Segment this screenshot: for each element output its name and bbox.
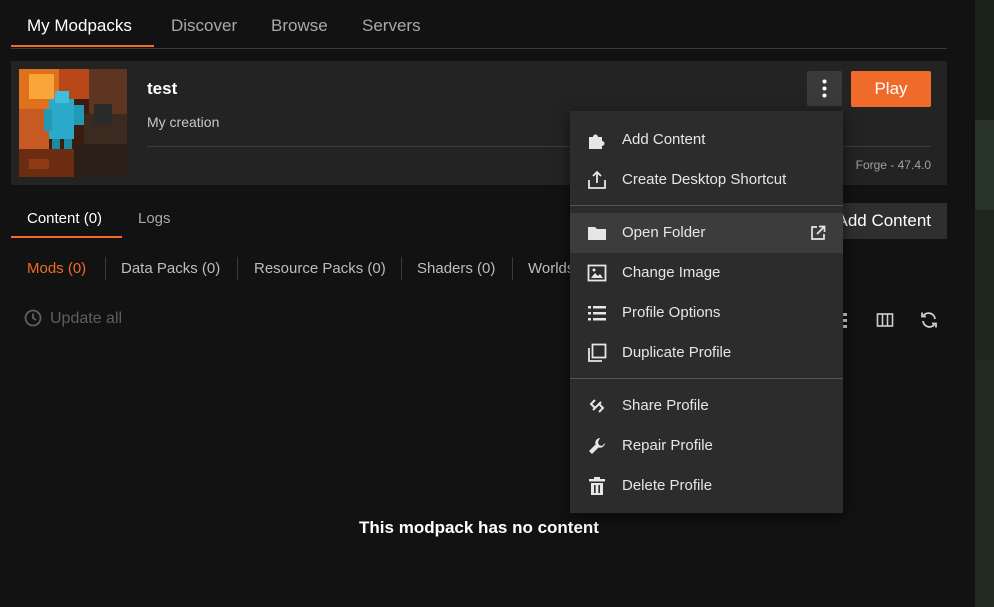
menu-item-add-content[interactable]: Add Content bbox=[570, 120, 843, 160]
menu-item-share-profile[interactable]: Share Profile bbox=[570, 386, 843, 426]
folder-icon bbox=[588, 227, 606, 240]
menu-item-label: Add Content bbox=[622, 131, 706, 148]
update-all-label: Update all bbox=[50, 310, 123, 327]
tab-discover[interactable]: Discover bbox=[171, 16, 237, 36]
empty-state-message: This modpack has no content bbox=[359, 518, 599, 537]
menu-item-label: Change Image bbox=[622, 264, 721, 281]
profile-thumbnail[interactable] bbox=[19, 69, 127, 177]
tab-servers[interactable]: Servers bbox=[362, 16, 421, 36]
tab-my-modpacks[interactable]: My Modpacks bbox=[27, 16, 132, 36]
category-shaders[interactable]: Shaders (0) bbox=[417, 260, 495, 277]
tab-content[interactable]: Content (0) bbox=[27, 210, 102, 227]
refresh-icon[interactable] bbox=[919, 310, 939, 330]
category-separator bbox=[105, 257, 106, 280]
menu-item-label: Open Folder bbox=[622, 224, 706, 241]
menu-item-label: Share Profile bbox=[622, 397, 709, 414]
content-tab-indicator bbox=[11, 236, 122, 238]
category-data-packs[interactable]: Data Packs (0) bbox=[121, 260, 220, 277]
top-tab-bar: My Modpacks Discover Browse Servers bbox=[11, 0, 947, 49]
puzzle-icon bbox=[589, 134, 605, 149]
profile-name: test bbox=[147, 79, 178, 98]
menu-item-label: Repair Profile bbox=[622, 437, 713, 454]
menu-item-delete-profile[interactable]: Delete Profile bbox=[570, 466, 843, 506]
profile-context-menu: Add Content Create Desktop Shortcut Open… bbox=[570, 111, 843, 513]
category-mods[interactable]: Mods (0) bbox=[27, 260, 86, 277]
menu-item-create-shortcut[interactable]: Create Desktop Shortcut bbox=[570, 160, 843, 200]
category-separator bbox=[237, 257, 238, 280]
menu-item-label: Delete Profile bbox=[622, 477, 713, 494]
duplicate-icon bbox=[588, 343, 607, 362]
menu-separator bbox=[570, 205, 843, 206]
menu-item-profile-options[interactable]: Profile Options bbox=[570, 293, 843, 333]
image-icon bbox=[587, 264, 607, 282]
menu-item-open-folder[interactable]: Open Folder bbox=[570, 213, 843, 253]
loader-version: Forge - 47.4.0 bbox=[855, 158, 931, 172]
columns-icon[interactable] bbox=[875, 310, 895, 330]
active-tab-indicator bbox=[11, 45, 154, 47]
category-separator bbox=[512, 257, 513, 280]
wrench-icon bbox=[589, 438, 605, 454]
profile-description: My creation bbox=[147, 114, 220, 130]
category-worlds[interactable]: Worlds bbox=[528, 260, 574, 277]
list-icon bbox=[588, 306, 606, 321]
tab-logs[interactable]: Logs bbox=[138, 210, 171, 227]
upload-icon bbox=[588, 170, 606, 189]
menu-item-label: Create Desktop Shortcut bbox=[622, 171, 787, 188]
play-button[interactable]: Play bbox=[851, 71, 931, 107]
profile-menu-button[interactable] bbox=[807, 71, 842, 106]
update-all-button[interactable]: Update all bbox=[24, 309, 122, 328]
update-clock-icon bbox=[24, 309, 42, 327]
menu-item-change-image[interactable]: Change Image bbox=[570, 253, 843, 293]
menu-item-duplicate-profile[interactable]: Duplicate Profile bbox=[570, 333, 843, 373]
vertical-dots-icon bbox=[822, 79, 827, 98]
menu-item-label: Duplicate Profile bbox=[622, 344, 732, 361]
menu-separator bbox=[570, 378, 843, 379]
category-separator bbox=[401, 257, 402, 280]
external-link-icon bbox=[811, 225, 826, 240]
trash-icon bbox=[589, 477, 605, 495]
menu-item-repair-profile[interactable]: Repair Profile bbox=[570, 426, 843, 466]
background-edge bbox=[975, 0, 994, 607]
tab-browse[interactable]: Browse bbox=[271, 16, 328, 36]
category-resource-packs[interactable]: Resource Packs (0) bbox=[254, 260, 386, 277]
menu-item-label: Profile Options bbox=[622, 304, 721, 321]
share-link-icon bbox=[589, 399, 605, 413]
